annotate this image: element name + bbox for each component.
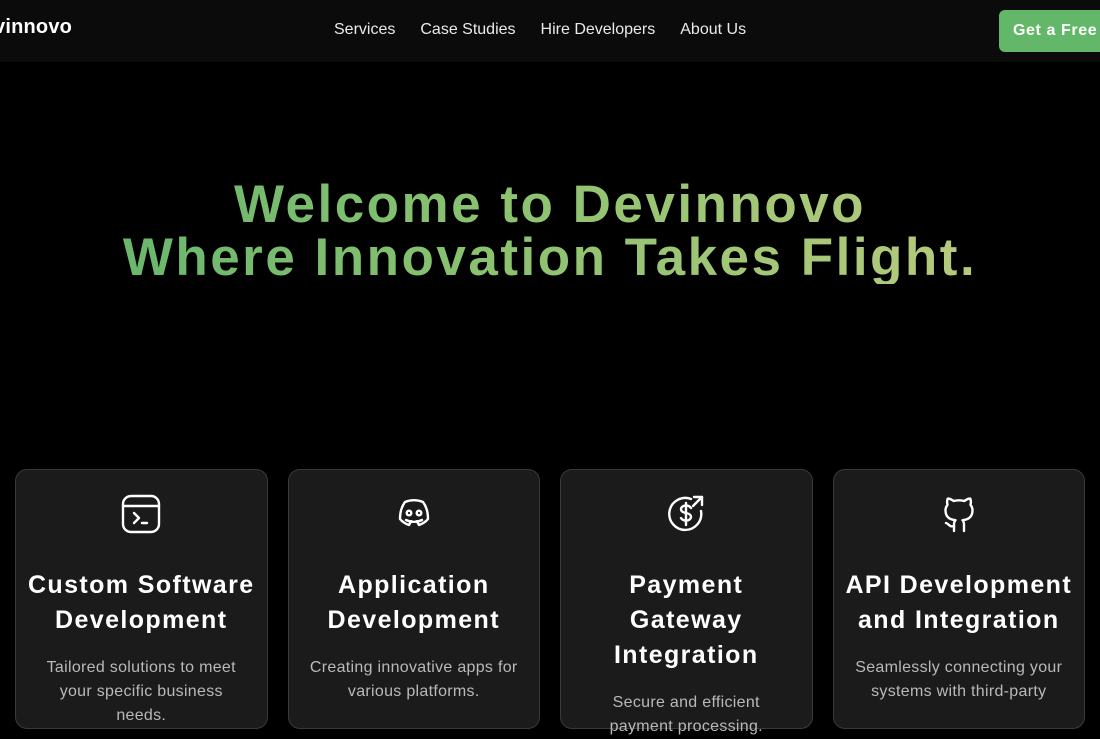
hero-title-line-2: Where Innovation Takes Flight.	[122, 228, 978, 287]
nav-link-case-studies[interactable]: Case Studies	[420, 21, 515, 39]
service-card-payment-gateway[interactable]: Payment Gateway Integration Secure and e…	[560, 469, 813, 735]
terminal-window-icon	[120, 493, 162, 535]
service-card-title: Payment Gateway Integration	[613, 571, 759, 669]
service-card-description: Tailored solutions to meet your specific…	[46, 659, 236, 724]
dollar-circle-icon	[665, 493, 707, 535]
service-card-application[interactable]: Application Development Creating innovat…	[287, 469, 540, 729]
hero-title: Welcome to Devinnovo Where Innovation Ta…	[0, 178, 1100, 284]
service-card-description: Secure and efficient payment processing.	[609, 694, 763, 735]
service-card-title: Custom Software Development	[27, 571, 255, 634]
services-cards: Custom Software Development Tailored sol…	[15, 469, 1085, 735]
service-card-custom-software[interactable]: Custom Software Development Tailored sol…	[15, 469, 268, 729]
logo[interactable]: vinnovo	[0, 16, 72, 39]
service-card-api[interactable]: API Development and Integration Seamless…	[832, 469, 1085, 729]
nav-link-about-us[interactable]: About Us	[680, 21, 746, 39]
nav-link-hire-developers[interactable]: Hire Developers	[541, 21, 656, 39]
service-card-title: API Development and Integration	[845, 571, 1073, 634]
hero-title-line-1: Welcome to Devinnovo	[233, 175, 867, 234]
service-card-description: Creating innovative apps for various pla…	[309, 659, 518, 700]
discord-icon	[393, 493, 435, 535]
service-card-title: Application Development	[327, 571, 500, 634]
github-icon	[938, 493, 980, 535]
service-card-description: Seamlessly connecting your systems with …	[855, 659, 1063, 700]
get-free-quote-button[interactable]: Get a Free Q	[999, 10, 1100, 52]
top-navbar: vinnovo Services Case Studies Hire Devel…	[0, 0, 1100, 62]
nav-link-services[interactable]: Services	[334, 21, 395, 39]
main-nav: Services Case Studies Hire Developers Ab…	[334, 21, 746, 39]
